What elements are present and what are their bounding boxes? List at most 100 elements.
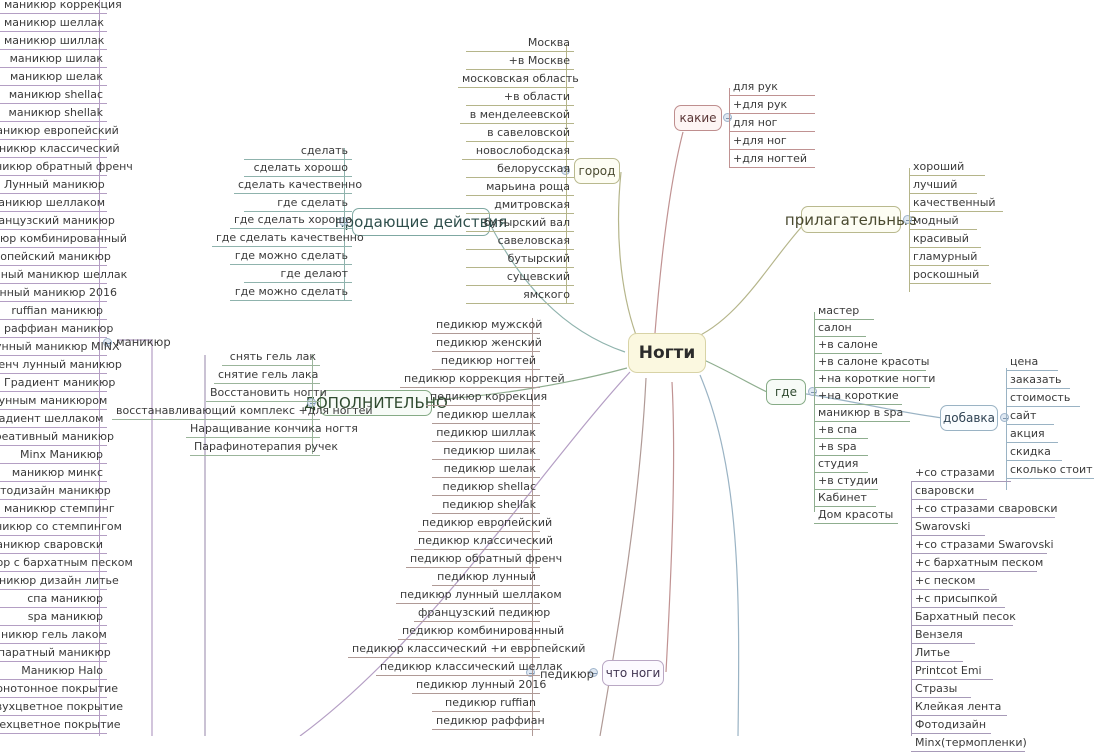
leaf-gde-3[interactable]: +в салоне красоты	[814, 355, 929, 371]
leaf-gorod-9[interactable]: дмитровская	[466, 198, 574, 214]
leaf-gde-11[interactable]: Кабинет	[814, 491, 876, 507]
leaf-dobavka-3[interactable]: сайт	[1006, 409, 1054, 425]
leaf-manikur-7[interactable]: маникюр европейский	[0, 124, 119, 140]
leaf-gorod-1[interactable]: +в Москве	[466, 54, 574, 70]
leaf-prodayushchie-8[interactable]: где можно сделать	[230, 285, 352, 301]
leaf-prilagatelnye-3[interactable]: модный	[909, 214, 977, 230]
leaf-gorod-3[interactable]: +в области	[466, 90, 574, 106]
leaf-dopolnitelno-2[interactable]: Восстановить ногти	[206, 386, 327, 402]
node-prilagatelnye[interactable]: прилагательные	[785, 206, 917, 233]
leaf-dopolnitelno-1[interactable]: снятие гель лака	[214, 368, 320, 384]
leaf-gorod-14[interactable]: ямского	[466, 288, 574, 304]
leaf-manikur-6[interactable]: маникюр shellak	[0, 106, 107, 122]
leaf-manikur-30[interactable]: маникюр сваровски	[0, 538, 107, 554]
leaf-manikur-40[interactable]: трехцветное покрытие	[0, 718, 121, 734]
leaf-pedikur-13[interactable]: педикюр обратный френч	[406, 552, 562, 568]
leaf-manikur-32[interactable]: маникюр дизайн литье	[0, 574, 119, 590]
leaf-gorod-12[interactable]: бутырский	[466, 252, 574, 268]
leaf-strazy-4[interactable]: +со стразами Swarovski	[911, 538, 1054, 554]
leaf-dobavka-0[interactable]: цена	[1006, 355, 1058, 371]
leaf-pedikur-8[interactable]: педикюр шелак	[432, 462, 540, 478]
center-node[interactable]: Ногти	[628, 333, 706, 373]
leaf-strazy-3[interactable]: Swarovski	[911, 520, 985, 536]
leaf-pedikur-6[interactable]: педикюр шиллак	[432, 426, 540, 442]
leaf-gorod-2[interactable]: московская область	[458, 72, 579, 88]
leaf-gorod-13[interactable]: сущевский	[466, 270, 574, 286]
leaf-pedikur-0[interactable]: педикюр мужской	[432, 318, 542, 334]
leaf-pedikur-10[interactable]: педикюр shellak	[432, 498, 540, 514]
leaf-gde-9[interactable]: студия	[814, 457, 868, 473]
leaf-manikur-29[interactable]: маникюр со стемпингом	[0, 520, 122, 536]
leaf-manikur-20[interactable]: френч лунный маникюр	[0, 358, 122, 374]
leaf-pedikur-11[interactable]: педикюр европейский	[418, 516, 552, 532]
leaf-prodayushchie-3[interactable]: где сделать	[244, 196, 352, 212]
leaf-dobavka-6[interactable]: сколько стоит	[1006, 463, 1094, 479]
leaf-strazy-6[interactable]: +с песком	[911, 574, 989, 590]
node-chto-nogi[interactable]: что ноги	[602, 660, 664, 686]
leaf-manikur-38[interactable]: монотонное покрытие	[0, 682, 118, 698]
leaf-strazy-13[interactable]: Клейкая лента	[911, 700, 1007, 716]
leaf-strazy-14[interactable]: Фотодизайн	[911, 718, 991, 734]
leaf-pedikur-21[interactable]: педикюр ruffian	[432, 696, 540, 712]
leaf-manikur-9[interactable]: маникюр обратный френч	[0, 160, 133, 176]
leaf-gde-0[interactable]: мастер	[814, 304, 874, 320]
leaf-manikur-5[interactable]: маникюр shellac	[0, 88, 107, 104]
leaf-gde-10[interactable]: +в студии	[814, 474, 878, 490]
leaf-manikur-10[interactable]: Лунный маникюр	[0, 178, 107, 194]
leaf-pedikur-2[interactable]: педикюр ногтей	[432, 354, 540, 370]
leaf-manikur-21[interactable]: Градиент маникюр	[0, 376, 115, 392]
leaf-manikur-2[interactable]: маникюр шиллак	[0, 34, 107, 50]
leaf-dopolnitelno-4[interactable]: Наращивание кончика ногтя	[186, 422, 358, 438]
leaf-pedikur-1[interactable]: педикюр женский	[432, 336, 542, 352]
leaf-manikur-16[interactable]: лунный маникюр 2016	[0, 286, 117, 302]
leaf-prilagatelnye-4[interactable]: красивый	[909, 232, 981, 248]
leaf-gorod-6[interactable]: новослободская	[462, 144, 574, 160]
leaf-manikur-25[interactable]: Minx Маникюр	[0, 448, 107, 464]
leaf-strazy-15[interactable]: Minx(термопленки)	[911, 736, 1027, 752]
branch-label-manikur[interactable]: маникюр	[116, 335, 171, 349]
leaf-kakie-0[interactable]: для рук	[729, 80, 815, 96]
leaf-dobavka-1[interactable]: заказать	[1006, 373, 1070, 389]
leaf-strazy-5[interactable]: +с бархатным песком	[911, 556, 1043, 572]
leaf-manikur-15[interactable]: лунный маникюр шеллак	[0, 268, 127, 284]
leaf-manikur-0[interactable]: маникюр коррекция	[0, 0, 122, 14]
leaf-dobavka-5[interactable]: скидка	[1006, 445, 1062, 461]
leaf-manikur-22[interactable]: с лунным маникюром	[0, 394, 107, 410]
leaf-gorod-10[interactable]: бутырский вал	[466, 216, 574, 232]
leaf-pedikur-18[interactable]: педикюр классический +и европейский	[348, 642, 585, 658]
leaf-manikur-14[interactable]: европейский маникюр	[0, 250, 111, 266]
leaf-manikur-18[interactable]: раффиан маникюр	[0, 322, 113, 338]
leaf-manikur-37[interactable]: Маникюр Halo	[0, 664, 107, 680]
leaf-manikur-28[interactable]: маникюр стемпинг	[0, 502, 115, 518]
leaf-manikur-39[interactable]: двухцветное покрытие	[0, 700, 123, 716]
leaf-pedikur-5[interactable]: педикюр шеллак	[432, 408, 540, 424]
leaf-prodayushchie-2[interactable]: сделать качественно	[234, 178, 362, 194]
leaf-strazy-11[interactable]: Printcot Emi	[911, 664, 993, 680]
leaf-manikur-36[interactable]: аппаратный маникюр	[0, 646, 111, 662]
leaf-prilagatelnye-1[interactable]: лучший	[909, 178, 977, 194]
leaf-strazy-12[interactable]: Стразы	[911, 682, 971, 698]
leaf-manikur-8[interactable]: маникюр классический	[0, 142, 120, 158]
node-gorod[interactable]: город	[574, 158, 620, 184]
leaf-pedikur-15[interactable]: педикюр лунный шеллаком	[396, 588, 562, 604]
leaf-gde-6[interactable]: маникюр в spa	[814, 406, 910, 422]
leaf-manikur-27[interactable]: фотодизайн маникюр	[0, 484, 111, 500]
leaf-manikur-31[interactable]: маникюр с бархатным песком	[0, 556, 133, 572]
leaf-pedikur-19[interactable]: педикюр классический шеллак	[376, 660, 563, 676]
leaf-dopolnitelno-5[interactable]: Парафинотерапия ручек	[190, 440, 338, 456]
leaf-gde-1[interactable]: салон	[814, 321, 866, 337]
leaf-gde-2[interactable]: +в салоне	[814, 338, 882, 354]
leaf-manikur-23[interactable]: градиент шеллаком	[0, 412, 107, 428]
leaf-pedikur-7[interactable]: педикюр шилак	[432, 444, 540, 460]
leaf-strazy-10[interactable]: Литье	[911, 646, 963, 662]
leaf-gde-7[interactable]: +в спа	[814, 423, 868, 439]
leaf-manikur-35[interactable]: маникюр гель лаком	[0, 628, 107, 644]
leaf-pedikur-16[interactable]: французский педикюр	[414, 606, 550, 622]
leaf-pedikur-3[interactable]: педикюр коррекция ногтей	[400, 372, 565, 388]
leaf-dobavka-2[interactable]: стоимость	[1006, 391, 1080, 407]
leaf-prilagatelnye-5[interactable]: гламурный	[909, 250, 989, 266]
leaf-manikur-34[interactable]: spa маникюр	[0, 610, 107, 626]
leaf-prodayushchie-5[interactable]: где сделать качественно	[212, 231, 364, 247]
leaf-manikur-24[interactable]: креативный маникюр	[0, 430, 114, 446]
leaf-strazy-0[interactable]: +со стразами	[911, 466, 1011, 482]
